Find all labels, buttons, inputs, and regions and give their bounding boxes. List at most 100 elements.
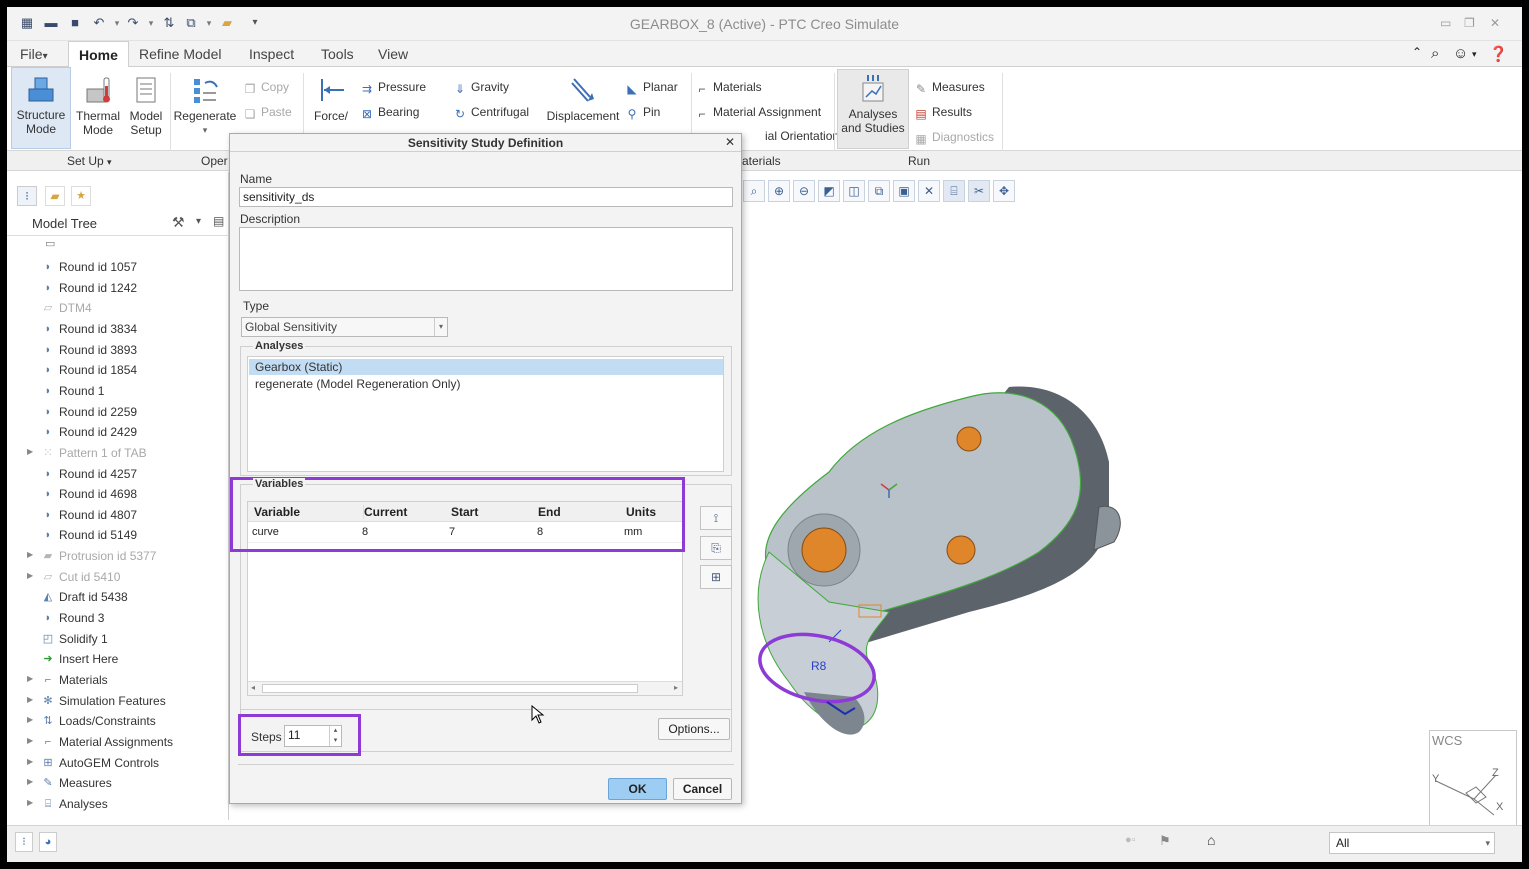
pressure-icon: ⇉: [361, 82, 373, 96]
tree-settings-icon[interactable]: ⚒: [172, 214, 185, 231]
pressure-button[interactable]: ⇉ Pressure: [360, 80, 426, 96]
results-button[interactable]: ▤ Results: [914, 105, 972, 121]
user-icon[interactable]: ☺: [1453, 45, 1468, 62]
structure-mode-button[interactable]: Structure Mode: [11, 67, 71, 149]
materials-button[interactable]: ⌐ Materials: [695, 80, 761, 96]
expand-arrow-icon[interactable]: ▶: [27, 550, 33, 559]
select-dimension-icon: ⟟: [713, 511, 719, 525]
planar-button[interactable]: ◣ Planar: [625, 80, 677, 96]
expand-arrow-icon[interactable]: ▶: [27, 447, 33, 456]
horizontal-scrollbar[interactable]: ◂ ▸: [248, 681, 682, 695]
expand-arrow-icon[interactable]: ▶: [27, 695, 33, 704]
select-parameter-button[interactable]: ⎘: [700, 536, 732, 560]
dialog-close-icon[interactable]: ✕: [725, 135, 735, 149]
type-dropdown[interactable]: Global Sensitivity ▾: [241, 317, 448, 337]
wcs-indicator: WCS Z Y X: [1429, 730, 1517, 830]
name-label: Name: [240, 172, 273, 186]
analyses-and-studies-button[interactable]: Analyses and Studies: [837, 69, 909, 149]
tab-refine-model[interactable]: Refine Model: [139, 46, 222, 62]
diagnostics-button[interactable]: ▦ Diagnostics: [914, 130, 994, 146]
folder-browser-tab-icon[interactable]: ▰: [45, 186, 65, 206]
delete-variable-button[interactable]: ⊞: [700, 565, 732, 589]
options-button[interactable]: Options...: [658, 718, 730, 740]
autogem-icon: ⊞: [43, 756, 53, 769]
round-icon: ◗: [44, 467, 52, 480]
copy-button[interactable]: ❐ Copy: [243, 80, 289, 96]
expand-arrow-icon[interactable]: ▶: [27, 757, 33, 766]
cancel-button[interactable]: Cancel: [673, 778, 732, 800]
name-input[interactable]: [239, 187, 733, 207]
minimize-icon[interactable]: ▭: [1440, 16, 1451, 30]
tree-columns-icon[interactable]: ▤: [213, 214, 224, 228]
gravity-button[interactable]: ⇓ Gravity: [453, 80, 509, 96]
view-manager-icon[interactable]: ▣: [893, 180, 915, 202]
tab-tools[interactable]: Tools: [321, 46, 354, 62]
simulation-display-icon[interactable]: ⌸: [943, 180, 965, 202]
dimension-label[interactable]: R8: [811, 659, 827, 673]
restore-icon[interactable]: ❐: [1464, 16, 1475, 30]
expand-arrow-icon[interactable]: ▶: [27, 798, 33, 807]
tree-item-label: Round id 1242: [59, 280, 138, 295]
tab-inspect[interactable]: Inspect: [249, 46, 294, 62]
model-setup-button[interactable]: Model Setup: [125, 69, 167, 137]
find-icon[interactable]: ⌂: [1207, 832, 1215, 848]
expand-arrow-icon[interactable]: ▶: [27, 571, 33, 580]
select-variable-button[interactable]: ⟟: [700, 506, 732, 530]
centrifugal-button[interactable]: ↻ Centrifugal: [453, 105, 529, 121]
scroll-left-icon[interactable]: ◂: [251, 683, 255, 692]
expand-arrow-icon[interactable]: ▶: [27, 715, 33, 724]
repaint-icon[interactable]: ◩: [818, 180, 840, 202]
tab-file[interactable]: File▾: [20, 46, 48, 62]
selection-filter-dropdown[interactable]: All ▾: [1329, 832, 1495, 854]
search-icon[interactable]: ⌕: [1431, 45, 1439, 62]
help-icon[interactable]: ❓: [1489, 45, 1508, 63]
saved-views-icon[interactable]: ⧉: [868, 180, 890, 202]
planar-icon: ◣: [627, 82, 637, 96]
tree-settings-dropdown-icon[interactable]: ▾: [196, 216, 201, 227]
expand-arrow-icon[interactable]: ▶: [27, 777, 33, 786]
user-dropdown-icon[interactable]: ▾: [1472, 49, 1477, 60]
spin-center-icon[interactable]: ✥: [993, 180, 1015, 202]
tab-home[interactable]: Home: [68, 41, 129, 68]
close-window-icon[interactable]: ✕: [1490, 16, 1500, 30]
setup-group-label[interactable]: Set Up ▾: [67, 154, 112, 168]
material-assignment-button[interactable]: ⌐ Material Assignment: [695, 105, 821, 121]
collapse-ribbon-icon[interactable]: ⌃: [1412, 45, 1422, 59]
paste-button[interactable]: ❏ Paste: [243, 105, 292, 121]
toggle-browser-icon[interactable]: ◕: [39, 832, 57, 852]
thermal-mode-button[interactable]: Thermal Mode: [73, 69, 123, 137]
model-setup-label-2: Setup: [130, 123, 162, 137]
materials-icon: ⌐: [698, 82, 706, 96]
analysis-item-gearbox[interactable]: Gearbox (Static): [249, 359, 723, 375]
toggle-navigator-icon[interactable]: ⁝: [15, 832, 33, 852]
analysis-item-regenerate[interactable]: regenerate (Model Regeneration Only): [249, 376, 723, 392]
datum-display-icon[interactable]: ✕: [918, 180, 940, 202]
displacement-button[interactable]: Displacement: [543, 69, 623, 123]
tree-item-label: Pattern 1 of TAB: [59, 445, 147, 460]
regenerate-button[interactable]: Regenerate ▾: [172, 69, 238, 137]
annotation-display-icon[interactable]: ✂: [968, 180, 990, 202]
expand-arrow-icon[interactable]: ▶: [27, 736, 33, 745]
flag-icon[interactable]: ⚑: [1159, 833, 1171, 849]
zoom-out-icon[interactable]: ⊖: [793, 180, 815, 202]
scroll-right-icon[interactable]: ▸: [674, 683, 678, 692]
bearing-button[interactable]: ⊠ Bearing: [360, 105, 419, 121]
display-style-icon[interactable]: ◫: [843, 180, 865, 202]
favorites-tab-icon[interactable]: ★: [71, 186, 91, 206]
model-tree-tab-icon[interactable]: ⁝: [17, 186, 37, 206]
zoom-in-icon[interactable]: ⊕: [768, 180, 790, 202]
ok-button[interactable]: OK: [608, 778, 667, 800]
measures-button[interactable]: ✎ Measures: [914, 80, 985, 96]
tree-item-label: Round id 3834: [59, 321, 138, 336]
gearbox-model[interactable]: R8: [729, 377, 1129, 757]
tree-item-label: Round id 4698: [59, 487, 138, 502]
analyses-label-1: Analyses: [848, 107, 898, 121]
pin-button[interactable]: ⚲ Pin: [625, 105, 661, 121]
tab-view[interactable]: View: [378, 46, 408, 62]
regenerate-icon: [194, 79, 218, 103]
expand-arrow-icon[interactable]: ▶: [27, 674, 33, 683]
refit-icon[interactable]: ⌕: [743, 180, 765, 202]
description-textarea[interactable]: [239, 227, 733, 291]
scrollbar-thumb[interactable]: [262, 684, 638, 693]
force-button[interactable]: Force/: [308, 69, 354, 123]
